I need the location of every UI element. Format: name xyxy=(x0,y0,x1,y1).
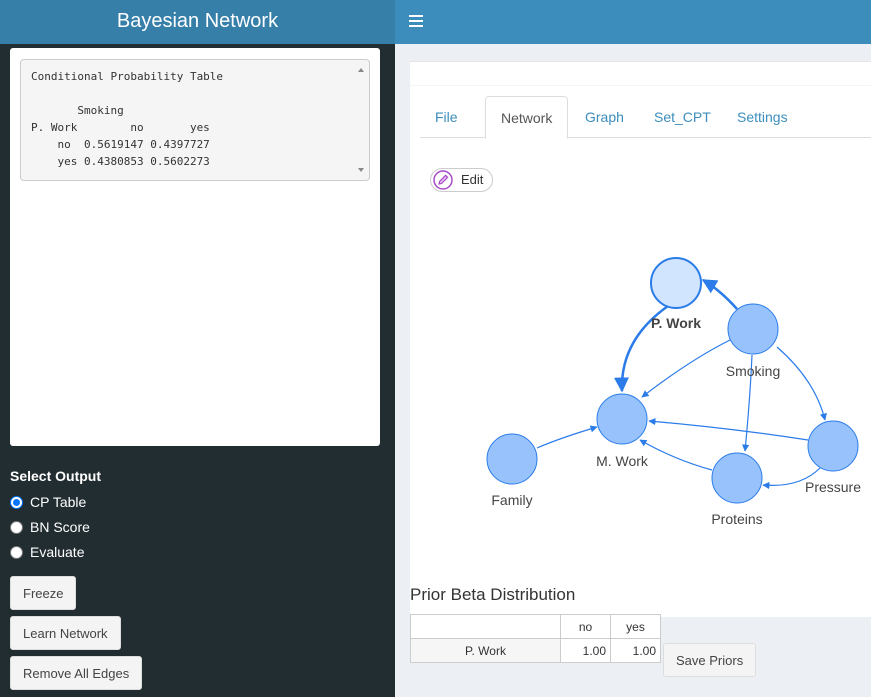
box-header xyxy=(410,62,871,86)
cpt-scrollbar[interactable] xyxy=(353,60,369,180)
edge-smoking-pwork[interactable] xyxy=(701,278,738,310)
node-proteins[interactable]: Proteins xyxy=(711,452,763,527)
prior-header-empty xyxy=(410,614,561,639)
app-title: Bayesian Network xyxy=(0,0,395,44)
prior-no-cell[interactable]: 1.00 xyxy=(560,638,611,663)
radio-cp-table-control[interactable] xyxy=(10,495,23,509)
scroll-up-icon[interactable] xyxy=(358,68,364,72)
freeze-button[interactable]: Freeze xyxy=(10,576,77,610)
tab-set-cpt[interactable]: Set_CPT xyxy=(639,96,726,138)
node-label-pressure: Pressure xyxy=(805,479,861,495)
tab-bar: File Network Graph Set_CPT Settings xyxy=(420,96,871,139)
node-smoking[interactable]: Smoking xyxy=(726,303,780,379)
edge-smoking-mwork[interactable] xyxy=(641,339,731,398)
prior-table: no yes P. Work 1.00 1.00 xyxy=(410,614,661,663)
prior-row-label: P. Work xyxy=(410,638,561,663)
cpt-text: Conditional Probability Table Smoking P.… xyxy=(31,70,224,168)
node-label-m-work: M. Work xyxy=(596,453,649,469)
tab-graph[interactable]: Graph xyxy=(570,96,639,138)
tab-settings[interactable]: Settings xyxy=(722,96,803,138)
node-label-family: Family xyxy=(491,492,532,508)
radio-cp-table[interactable]: CP Table xyxy=(10,494,86,510)
hamburger-icon[interactable] xyxy=(409,12,423,32)
tab-file[interactable]: File xyxy=(420,96,473,138)
save-priors-button[interactable]: Save Priors xyxy=(663,643,757,677)
edge-proteins-mwork[interactable] xyxy=(639,439,713,471)
radio-bn-score-label: BN Score xyxy=(30,519,90,535)
radio-bn-score-control[interactable] xyxy=(10,520,23,534)
radio-evaluate-label: Evaluate xyxy=(30,544,85,560)
node-label-smoking: Smoking xyxy=(726,363,780,379)
learn-network-button[interactable]: Learn Network xyxy=(10,616,121,650)
cpt-output-box[interactable]: Conditional Probability Table Smoking P.… xyxy=(20,59,370,181)
edit-button[interactable]: Edit xyxy=(430,168,494,192)
select-output-label: Select Output xyxy=(10,468,102,484)
prior-yes-cell[interactable]: 1.00 xyxy=(610,638,661,663)
prior-header-yes: yes xyxy=(610,614,661,639)
prior-row: P. Work 1.00 1.00 xyxy=(410,638,661,663)
top-navbar xyxy=(395,0,871,44)
radio-cp-table-label: CP Table xyxy=(30,494,87,510)
node-p-work[interactable]: P. Work xyxy=(650,257,702,331)
output-panel: Conditional Probability Table Smoking P.… xyxy=(10,48,380,446)
prior-header-no: no xyxy=(560,614,611,639)
prior-header-row: no yes xyxy=(410,614,661,639)
radio-evaluate-control[interactable] xyxy=(10,545,23,559)
node-m-work[interactable]: M. Work xyxy=(596,393,649,469)
node-pressure[interactable]: Pressure xyxy=(805,420,861,495)
prior-title: Prior Beta Distribution xyxy=(410,585,576,604)
edge-smoking-pressure[interactable] xyxy=(776,346,827,421)
edit-label: Edit xyxy=(461,172,484,187)
node-family[interactable]: Family xyxy=(486,433,538,508)
radio-evaluate[interactable]: Evaluate xyxy=(10,544,84,560)
remove-all-edges-button[interactable]: Remove All Edges xyxy=(10,656,143,690)
edge-pressure-mwork[interactable] xyxy=(648,417,809,441)
node-label-p-work: P. Work xyxy=(651,315,701,331)
scroll-down-icon[interactable] xyxy=(358,168,364,172)
network-graph[interactable]: P. Work Smoking M. Work Family Pressure … xyxy=(410,200,871,540)
tab-network[interactable]: Network xyxy=(485,96,569,139)
edge-family-mwork[interactable] xyxy=(536,425,598,449)
node-label-proteins: Proteins xyxy=(711,511,762,527)
pencil-icon xyxy=(433,170,453,190)
radio-bn-score[interactable]: BN Score xyxy=(10,519,90,535)
